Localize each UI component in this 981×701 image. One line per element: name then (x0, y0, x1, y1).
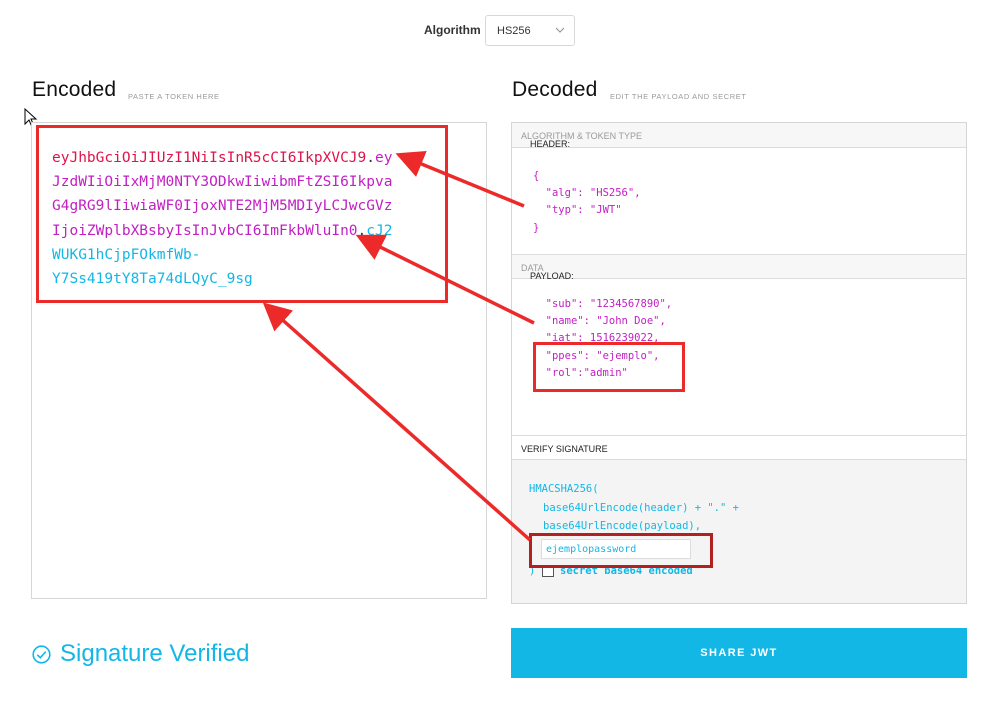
arrow-secret (262, 302, 532, 542)
annotation-arrows (262, 151, 535, 542)
arrow-payload (355, 234, 535, 325)
arrow-header (395, 151, 525, 208)
